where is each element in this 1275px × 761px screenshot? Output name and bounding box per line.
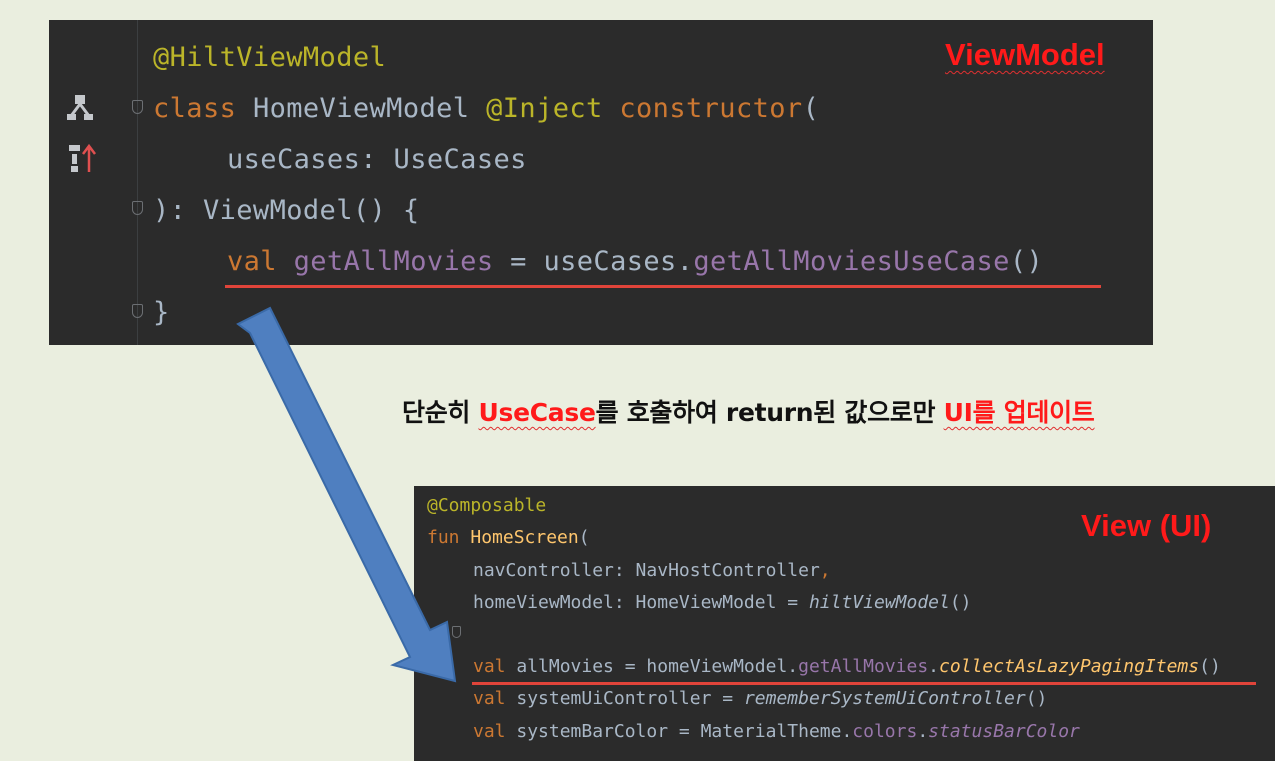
- arrow-shape: [236, 306, 457, 683]
- arrow-icon: [236, 306, 457, 683]
